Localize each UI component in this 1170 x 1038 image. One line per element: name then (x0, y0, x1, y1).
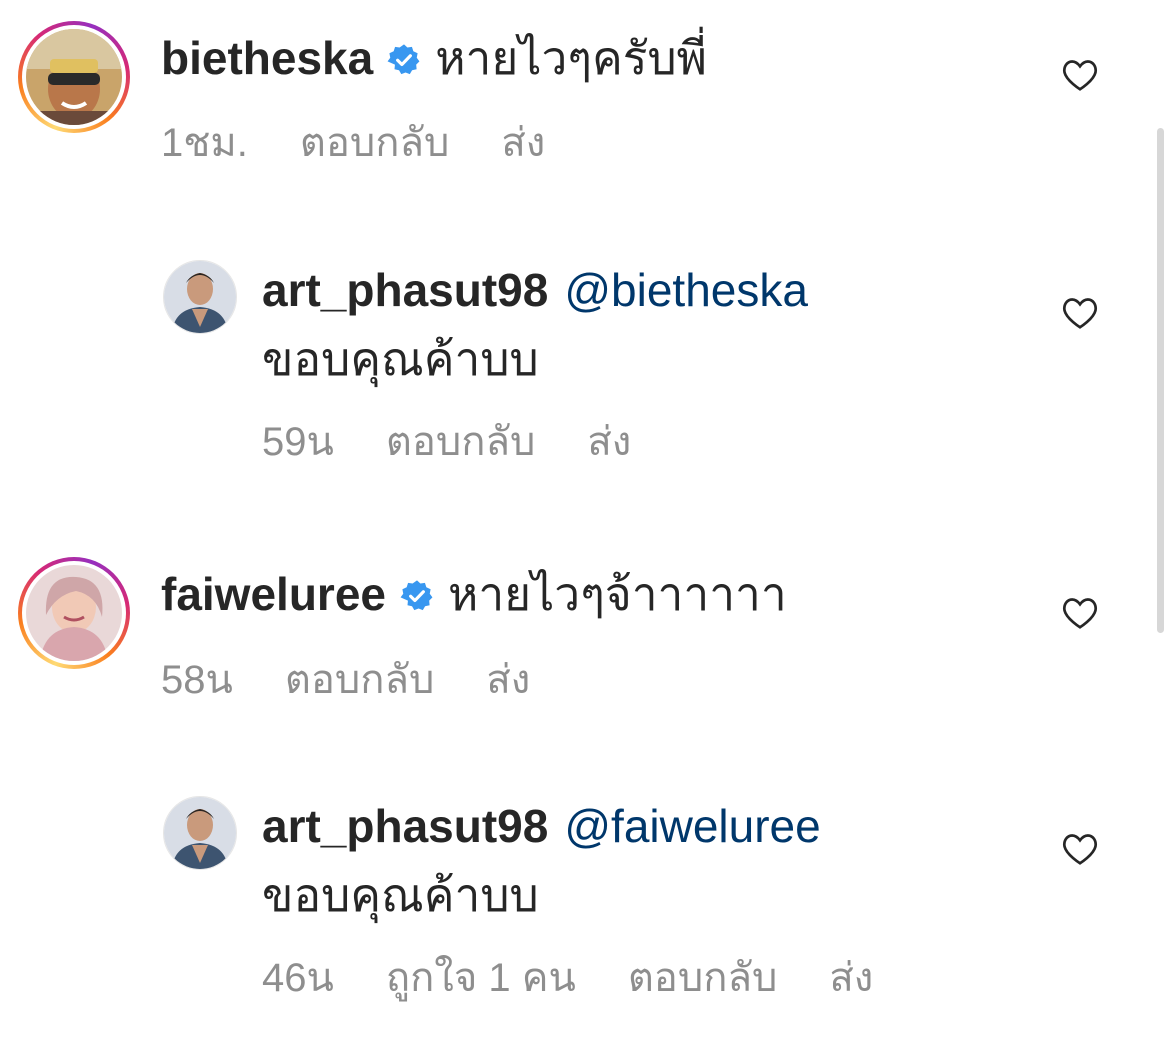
comment-header: art_phasut98 @bietheska (262, 262, 808, 318)
mention-link[interactable]: @faiweluree (564, 798, 820, 854)
avatar (26, 29, 122, 125)
avatar[interactable] (163, 796, 237, 870)
comment-text: ขอบคุณค้าบบ (262, 333, 539, 385)
comment-time: 1ชม. (161, 121, 248, 165)
username[interactable]: faiweluree (161, 566, 386, 622)
comment-time: 46น (262, 956, 334, 1000)
verified-badge-icon (400, 580, 433, 611)
comment-meta: 58น ตอบกลับ ส่ง (161, 656, 530, 704)
comment-time: 58น (161, 658, 233, 702)
heart-outline-icon[interactable] (1062, 58, 1098, 92)
heart-outline-icon[interactable] (1062, 296, 1098, 330)
comment-header: art_phasut98 @faiweluree (262, 798, 821, 854)
reply-button[interactable]: ตอบกลับ (628, 954, 778, 1002)
avatar (26, 565, 122, 661)
avatar-story-ring[interactable] (18, 21, 130, 133)
reply-item: art_phasut98 @bietheska ขอบคุณค้าบบ 59น … (0, 240, 1170, 500)
heart-outline-icon[interactable] (1062, 832, 1098, 866)
comment-meta: 59น ตอบกลับ ส่ง (262, 418, 631, 466)
reply-button[interactable]: ตอบกลับ (285, 656, 435, 704)
comment-text: ขอบคุณค้าบบ (262, 869, 539, 921)
reply-button[interactable]: ตอบกลับ (386, 418, 536, 466)
username[interactable]: bietheska (161, 30, 373, 86)
avatar[interactable] (163, 260, 237, 334)
comment-time: 59น (262, 420, 334, 464)
send-button[interactable]: ส่ง (486, 656, 530, 704)
comment-item: bietheska หายไวๆครับพี่ 1ชม. ตอบกลับ ส่ง (0, 0, 1170, 200)
comment-meta: 46น ถูกใจ 1 คน ตอบกลับ ส่ง (262, 954, 873, 1002)
send-button[interactable]: ส่ง (587, 418, 631, 466)
reply-button[interactable]: ตอบกลับ (300, 119, 450, 167)
username[interactable]: art_phasut98 (262, 262, 548, 318)
comment-header: bietheska หายไวๆครับพี่ (161, 30, 707, 86)
comment-text: หายไวๆจ้าาาาาา (448, 568, 787, 620)
mention-link[interactable]: @bietheska (564, 262, 808, 318)
avatar-story-ring[interactable] (18, 557, 130, 669)
send-button[interactable]: ส่ง (829, 954, 873, 1002)
comment-meta: 1ชม. ตอบกลับ ส่ง (161, 119, 545, 167)
comment-header: faiweluree หายไวๆจ้าาาาาา (161, 566, 787, 622)
comment-text: หายไวๆครับพี่ (435, 32, 707, 84)
verified-badge-icon (387, 44, 420, 75)
send-button[interactable]: ส่ง (501, 119, 545, 167)
likes-count[interactable]: ถูกใจ 1 คน (386, 954, 576, 1002)
username[interactable]: art_phasut98 (262, 798, 548, 854)
comment-item: faiweluree หายไวๆจ้าาาาาา 58น ตอบกลับ ส่… (0, 540, 1170, 740)
heart-outline-icon[interactable] (1062, 596, 1098, 630)
reply-item: art_phasut98 @faiweluree ขอบคุณค้าบบ 46น… (0, 776, 1170, 1038)
